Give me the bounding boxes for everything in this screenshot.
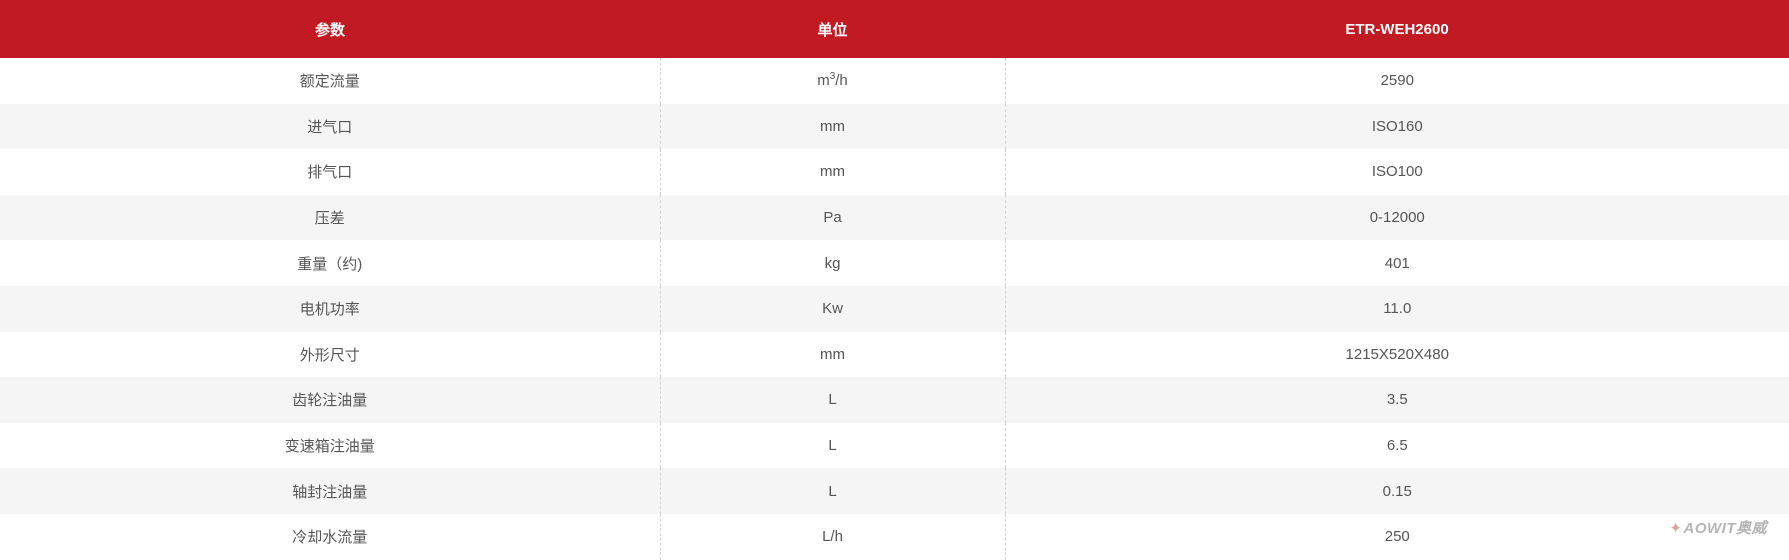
- table-row: 排气口 mm ISO100: [0, 149, 1789, 195]
- unit-cell: mm: [659, 331, 1005, 378]
- param-cell: 额定流量: [0, 58, 660, 104]
- value-cell: 2590: [1004, 58, 1789, 104]
- brand-mark-icon: ✦: [1669, 520, 1683, 537]
- table-body: 额定流量 m3/h 2590 进气口 mm ISO160 排气口 mm ISO1…: [0, 58, 1789, 560]
- brand-watermark: ✦AOWIT奥威: [1669, 517, 1767, 538]
- header-row: 参数 单位 ETR-WEH2600: [0, 0, 1789, 58]
- param-cell: 外形尺寸: [0, 331, 660, 378]
- param-cell: 变速箱注油量: [0, 422, 660, 469]
- param-cell: 重量（约): [0, 240, 660, 286]
- unit-cell: L/h: [659, 513, 1005, 560]
- unit-cell: Kw: [659, 285, 1005, 332]
- value-cell: 6.5: [1004, 422, 1789, 469]
- table-row: 变速箱注油量 L 6.5: [0, 422, 1789, 469]
- unit-cell: L: [659, 468, 1005, 514]
- table-row: 电机功率 Kw 11.0: [0, 285, 1789, 332]
- param-cell: 齿轮注油量: [0, 377, 660, 423]
- param-cell: 压差: [0, 194, 660, 241]
- param-cell: 冷却水流量: [0, 513, 660, 560]
- unit-cell: L: [659, 377, 1005, 423]
- table-row: 冷却水流量 L/h 250: [0, 513, 1789, 560]
- value-cell: 0.15: [1004, 468, 1789, 514]
- header-unit: 单位: [660, 0, 1005, 58]
- table-header: 参数 单位 ETR-WEH2600: [0, 0, 1789, 58]
- table-row: 轴封注油量 L 0.15: [0, 468, 1789, 514]
- param-cell: 电机功率: [0, 285, 660, 332]
- unit-cell: kg: [659, 240, 1005, 286]
- value-cell: 1215X520X480: [1004, 331, 1789, 378]
- param-cell: 轴封注油量: [0, 468, 660, 514]
- value-cell: 0-12000: [1004, 194, 1789, 241]
- brand-watermark-text: AOWIT奥威: [1683, 520, 1767, 537]
- table-row: 额定流量 m3/h 2590: [0, 58, 1789, 104]
- table-row: 重量（约) kg 401: [0, 240, 1789, 286]
- spec-table: 参数 单位 ETR-WEH2600 额定流量 m3/h 2590 进气口 mm …: [0, 0, 1789, 560]
- value-cell: 11.0: [1004, 285, 1789, 332]
- value-cell: ISO100: [1004, 149, 1789, 195]
- unit-cell: m3/h: [659, 58, 1005, 104]
- unit-cell: L: [659, 422, 1005, 469]
- unit-cell: mm: [659, 149, 1005, 195]
- value-cell: 401: [1004, 240, 1789, 286]
- unit-cell: mm: [659, 103, 1005, 150]
- param-cell: 排气口: [0, 149, 660, 195]
- param-cell: 进气口: [0, 103, 660, 150]
- value-cell: ISO160: [1004, 103, 1789, 150]
- unit-base: m: [817, 72, 830, 90]
- unit-cell: Pa: [659, 194, 1005, 241]
- table-row: 齿轮注油量 L 3.5: [0, 377, 1789, 423]
- table-row: 进气口 mm ISO160: [0, 103, 1789, 150]
- value-cell: 3.5: [1004, 377, 1789, 423]
- unit-suffix: /h: [835, 72, 848, 90]
- header-param: 参数: [0, 0, 660, 58]
- table-row: 外形尺寸 mm 1215X520X480: [0, 331, 1789, 378]
- table-row: 压差 Pa 0-12000: [0, 194, 1789, 241]
- header-model: ETR-WEH2600: [1005, 0, 1789, 58]
